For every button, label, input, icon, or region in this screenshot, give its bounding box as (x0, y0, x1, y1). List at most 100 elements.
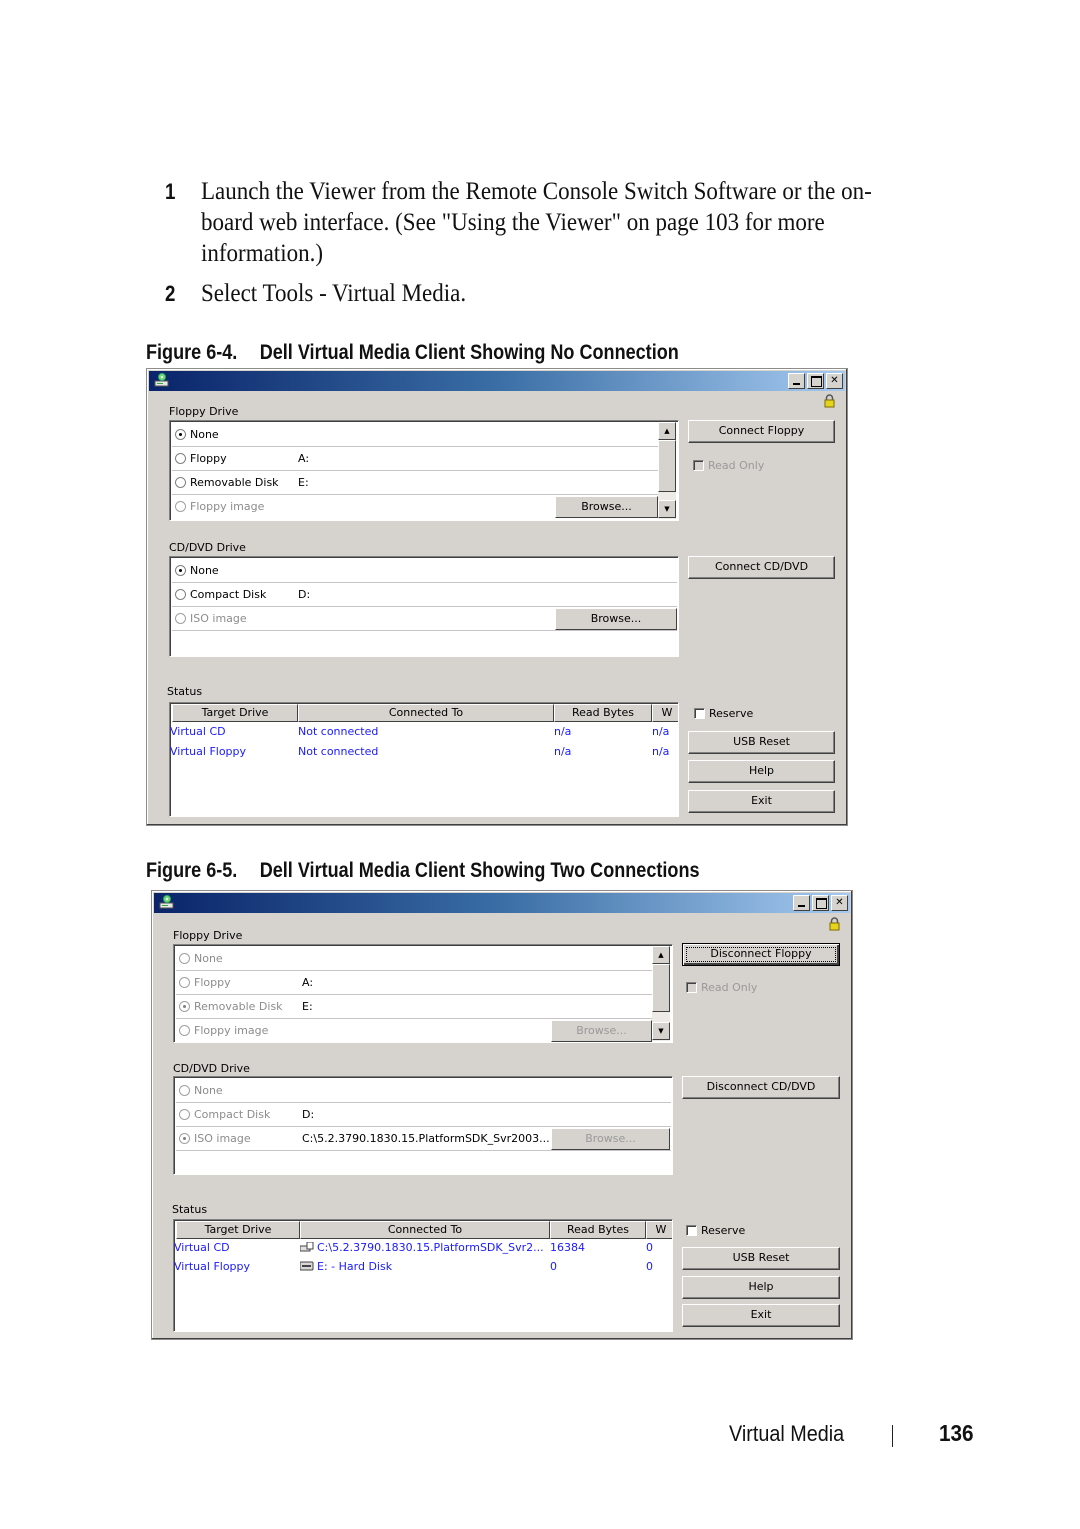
page-number: 136 (939, 1420, 974, 1446)
checkbox-label: Read Only (708, 459, 765, 472)
exit-button[interactable]: Exit (688, 790, 835, 813)
help-button[interactable]: Help (682, 1276, 840, 1299)
title-bar[interactable]: ✕ (149, 371, 845, 391)
column-header-target-drive[interactable]: Target Drive (176, 1221, 300, 1239)
status-table: Target Drive Connected To Read Bytes W V… (173, 1219, 673, 1332)
maximize-button[interactable] (807, 373, 824, 389)
floppy-list-scrollbar[interactable]: ▲ ▼ (658, 422, 676, 519)
radio-button[interactable] (179, 953, 190, 964)
floppy-drive-list: None Floppy A: Removable Disk E: Floppy … (173, 944, 673, 1043)
write-bytes-cell: n/a (652, 745, 670, 758)
cd-image-icon (300, 1242, 314, 1252)
footer-section-title: Virtual Media (729, 1421, 845, 1446)
floppy-row-floppy[interactable]: Floppy A: (176, 971, 652, 995)
close-icon: ✕ (835, 897, 844, 908)
floppy-row-image[interactable]: Floppy image Browse... (176, 1019, 652, 1043)
radio-button[interactable] (175, 429, 186, 440)
figure-caption: Figure 6-4. Dell Virtual Media Client Sho… (146, 341, 679, 365)
floppy-row-none[interactable]: None (176, 947, 652, 971)
floppy-browse-button[interactable]: Browse... (551, 1020, 652, 1042)
floppy-row-image[interactable]: Floppy image Browse... (172, 495, 658, 519)
floppy-list-scrollbar[interactable]: ▲ ▼ (652, 946, 670, 1041)
status-label: Status (172, 1203, 208, 1216)
checkbox-box[interactable] (694, 708, 705, 719)
title-bar[interactable]: ✕ (154, 893, 850, 913)
radio-button[interactable] (175, 453, 186, 464)
virtual-media-app-icon (154, 373, 169, 387)
checkbox-label: Reserve (709, 707, 754, 720)
cd-row-compact-disk[interactable]: Compact Disk D: (176, 1103, 671, 1127)
floppy-row-none[interactable]: None (172, 423, 658, 447)
exit-button[interactable]: Exit (682, 1304, 840, 1327)
scroll-thumb[interactable] (652, 964, 670, 1012)
column-header-connected-to[interactable]: Connected To (300, 1221, 550, 1239)
help-button[interactable]: Help (688, 760, 835, 783)
cd-row-none[interactable]: None (176, 1079, 671, 1103)
column-header-read-bytes[interactable]: Read Bytes (554, 704, 652, 722)
checkbox-box[interactable] (686, 982, 697, 993)
column-header-connected-to[interactable]: Connected To (298, 704, 554, 722)
floppy-browse-button[interactable]: Browse... (555, 496, 658, 518)
floppy-row-floppy[interactable]: Floppy A: (172, 447, 658, 471)
radio-button[interactable] (175, 501, 186, 512)
cd-row-iso-image[interactable]: ISO image C:\5.2.3790.1830.15.PlatformSD… (176, 1127, 671, 1151)
cd-browse-button[interactable]: Browse... (551, 1128, 670, 1150)
row-label: Floppy (194, 976, 231, 989)
close-button[interactable]: ✕ (826, 373, 843, 389)
row-label: None (194, 1084, 223, 1097)
close-button[interactable]: ✕ (831, 895, 848, 911)
row-label: Compact Disk (190, 588, 267, 601)
read-bytes-cell: 0 (550, 1260, 557, 1273)
target-drive-cell: Virtual Floppy (174, 1260, 251, 1273)
radio-button[interactable] (175, 477, 186, 488)
row-label: Floppy (190, 452, 227, 465)
step-number: 2 (165, 281, 176, 306)
radio-button[interactable] (175, 613, 186, 624)
disconnect-floppy-button[interactable]: Disconnect Floppy (682, 943, 840, 966)
column-header-target-drive[interactable]: Target Drive (172, 704, 298, 722)
scroll-thumb[interactable] (658, 440, 676, 492)
floppy-row-removable-disk[interactable]: Removable Disk E: (172, 471, 658, 495)
column-header-write-bytes[interactable]: W (652, 704, 678, 722)
cd-row-iso-image[interactable]: ISO image Browse... (172, 607, 677, 631)
radio-button[interactable] (175, 565, 186, 576)
radio-button[interactable] (179, 1133, 190, 1144)
floppy-row-removable-disk[interactable]: Removable Disk E: (176, 995, 652, 1019)
column-header-read-bytes[interactable]: Read Bytes (550, 1221, 646, 1239)
connect-cd-dvd-button[interactable]: Connect CD/DVD (688, 556, 835, 579)
radio-button[interactable] (179, 977, 190, 988)
radio-button[interactable] (179, 1025, 190, 1036)
radio-button[interactable] (179, 1109, 190, 1120)
row-label: Removable Disk (194, 1000, 283, 1013)
connected-to-text: E: - Hard Disk (317, 1260, 393, 1273)
scroll-up-arrow[interactable]: ▲ (658, 422, 676, 440)
scroll-down-arrow[interactable]: ▼ (658, 500, 676, 518)
minimize-button[interactable] (793, 895, 810, 911)
radio-button[interactable] (175, 589, 186, 600)
row-label: None (190, 428, 219, 441)
radio-button[interactable] (179, 1001, 190, 1012)
drive-letter: D: (298, 588, 311, 601)
checkbox-label: Read Only (701, 981, 758, 994)
cd-browse-button[interactable]: Browse... (555, 608, 677, 630)
cd-row-none[interactable]: None (172, 559, 677, 583)
connected-to-cell: C:\5.2.3790.1830.15.PlatformSDK_Svr2... (300, 1241, 544, 1254)
minimize-button[interactable] (788, 373, 805, 389)
cd-row-compact-disk[interactable]: Compact Disk D: (172, 583, 677, 607)
usb-reset-button[interactable]: USB Reset (682, 1247, 840, 1270)
column-header-write-bytes[interactable]: W (646, 1221, 672, 1239)
connect-floppy-button[interactable]: Connect Floppy (688, 420, 835, 443)
scroll-up-arrow[interactable]: ▲ (652, 946, 670, 964)
disconnect-cd-dvd-button[interactable]: Disconnect CD/DVD (682, 1076, 840, 1099)
maximize-button[interactable] (812, 895, 829, 911)
checkbox-box[interactable] (693, 460, 704, 471)
radio-button[interactable] (179, 1085, 190, 1096)
footer-divider (892, 1425, 893, 1447)
target-drive-cell: Virtual CD (174, 1241, 230, 1254)
checkbox-box[interactable] (686, 1225, 697, 1236)
row-label: ISO image (194, 1132, 251, 1145)
row-label: Floppy image (194, 1024, 269, 1037)
cd-dvd-drive-label: CD/DVD Drive (169, 541, 246, 554)
scroll-down-arrow[interactable]: ▼ (652, 1022, 670, 1040)
usb-reset-button[interactable]: USB Reset (688, 731, 835, 754)
